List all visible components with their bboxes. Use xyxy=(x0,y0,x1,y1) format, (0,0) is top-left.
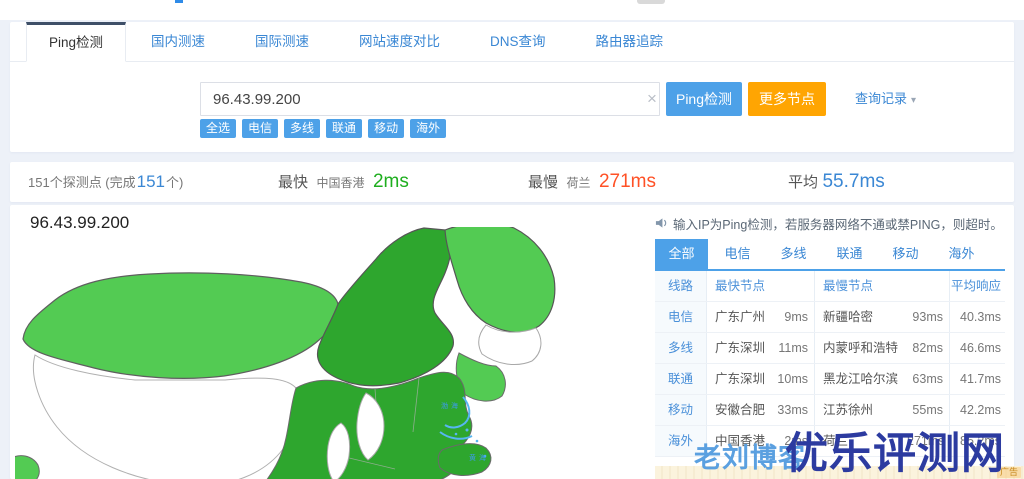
slow-node-cell: 新疆哈密 xyxy=(823,310,874,324)
line-filters: 全选 电信 多线 联通 移动 海外 xyxy=(200,119,447,138)
province-inner-mongolia xyxy=(316,227,455,387)
avg-cell: 46.6ms xyxy=(960,341,1001,355)
tab-route-trace[interactable]: 路由器追踪 xyxy=(571,22,689,61)
slowest-label: 最慢 xyxy=(528,174,559,191)
watermark-dark: 优乐评测网 xyxy=(785,430,1005,478)
chevron-down-icon: ▾ xyxy=(911,95,917,106)
probe-count-stat: 151个探测点 (完成151个) xyxy=(28,162,183,202)
header-pill-decoration xyxy=(637,0,665,4)
slow-ms-cell: 93ms xyxy=(907,302,950,332)
table-row: 联通 广东深圳 10ms 黑龙江哈尔滨 63ms 41.7ms xyxy=(655,364,1005,395)
slow-node-cell: 内蒙呼和浩特 xyxy=(823,341,899,355)
slowest-stat: 最慢 荷兰 271ms xyxy=(528,162,656,202)
tab-ping-test[interactable]: Ping检测 xyxy=(26,22,127,62)
tab-dns-lookup[interactable]: DNS查询 xyxy=(465,22,571,61)
fastest-label: 最快 xyxy=(278,174,309,191)
sea-label-huanghai: 黄海 xyxy=(469,453,489,462)
clear-input-icon[interactable]: × xyxy=(638,82,666,116)
fastest-node-header: 最快节点 xyxy=(707,271,815,301)
line-cell[interactable]: 电信 xyxy=(655,302,707,332)
average-label: 平均 xyxy=(788,174,819,191)
result-tab-mobile[interactable]: 移动 xyxy=(879,239,932,269)
filter-multiline[interactable]: 多线 xyxy=(284,119,321,138)
island-dot xyxy=(475,439,479,443)
line-cell[interactable]: 多线 xyxy=(655,333,707,363)
probe-completed-count: 151 xyxy=(136,172,166,191)
slowest-value: 271ms xyxy=(598,171,656,192)
sea-label-bohai: 渤海 xyxy=(441,401,461,410)
result-tabs: 全部 电信 多线 联通 移动 海外 xyxy=(655,239,1005,271)
stats-bar: 151个探测点 (完成151个) 最快 中国香港 2ms 最慢 荷兰 271ms… xyxy=(10,162,1014,202)
fastest-place: 中国香港 xyxy=(316,176,365,190)
fast-node-cell: 安徽合肥 xyxy=(715,403,766,417)
line-cell[interactable]: 移动 xyxy=(655,395,707,425)
result-tab-telecom[interactable]: 电信 xyxy=(711,239,764,269)
island-dot xyxy=(465,428,469,432)
filter-unicom[interactable]: 联通 xyxy=(326,119,363,138)
tab-international-speed[interactable]: 国际测速 xyxy=(230,22,334,61)
result-tab-overseas[interactable]: 海外 xyxy=(935,239,988,269)
fastest-stat: 最快 中国香港 2ms xyxy=(278,162,409,202)
filter-overseas[interactable]: 海外 xyxy=(410,119,447,138)
fast-node-cell: 广东深圳 xyxy=(715,341,766,355)
table-row: 电信 广东广州 9ms 新疆哈密 93ms 40.3ms xyxy=(655,302,1005,333)
result-tab-all[interactable]: 全部 xyxy=(655,239,708,269)
fast-node-cell: 广东深圳 xyxy=(715,372,766,386)
table-header: 线路 最快节点 最慢节点 平均响应 xyxy=(655,271,1005,302)
ip-search-input[interactable] xyxy=(200,82,660,116)
query-history-label: 查询记录 xyxy=(855,91,908,106)
average-value: 55.7ms xyxy=(822,171,885,192)
slow-ms-cell: 63ms xyxy=(907,364,950,394)
result-tab-multiline[interactable]: 多线 xyxy=(767,239,820,269)
fast-ms-cell: 11ms xyxy=(773,333,815,363)
filter-mobile[interactable]: 移动 xyxy=(368,119,405,138)
line-header: 线路 xyxy=(655,271,707,301)
top-header-strip xyxy=(0,0,1024,20)
slowest-node-header: 最慢节点 xyxy=(815,271,950,301)
filter-telecom[interactable]: 电信 xyxy=(242,119,279,138)
tab-site-speed-compare[interactable]: 网站速度对比 xyxy=(334,22,465,61)
fast-ms-cell: 10ms xyxy=(773,364,815,394)
island-dot xyxy=(454,432,458,436)
average-stat: 平均 55.7ms xyxy=(788,162,885,202)
search-card: Ping检测 国内测速 国际测速 网站速度对比 DNS查询 路由器追踪 × Pi… xyxy=(10,22,1014,152)
slow-ms-cell: 82ms xyxy=(907,333,950,363)
notice-text: 输入IP为Ping检测，若服务器网络不通或禁PING，则超时。 xyxy=(673,217,1003,232)
province-southwest xyxy=(10,455,40,479)
slow-node-cell: 黑龙江哈尔滨 xyxy=(823,372,899,386)
filter-select-all[interactable]: 全选 xyxy=(200,119,237,138)
result-tab-unicom[interactable]: 联通 xyxy=(823,239,876,269)
query-history-link[interactable]: 查询记录 ▾ xyxy=(855,82,916,116)
avg-cell: 41.7ms xyxy=(960,372,1001,386)
more-nodes-button[interactable]: 更多节点 xyxy=(748,82,826,116)
logo-fragment xyxy=(175,0,183,3)
fastest-value: 2ms xyxy=(372,171,409,192)
tab-domestic-speed[interactable]: 国内测速 xyxy=(126,22,230,61)
nav-tabs: Ping检测 国内测速 国际测速 网站速度对比 DNS查询 路由器追踪 xyxy=(10,22,1014,62)
china-map: 渤海 黄海 xyxy=(10,222,645,479)
ping-test-button[interactable]: Ping检测 xyxy=(666,82,742,116)
province-heilongjiang xyxy=(444,222,556,333)
fast-ms-cell: 9ms xyxy=(773,302,815,332)
probe-text: 151个探测点 (完成 xyxy=(28,175,136,190)
province-xinjiang xyxy=(22,272,340,379)
fast-node-cell: 广东广州 xyxy=(715,310,766,324)
notice-bar: 输入IP为Ping检测，若服务器网络不通或禁PING，则超时。 xyxy=(655,213,1005,233)
table-row: 多线 广东深圳 11ms 内蒙呼和浩特 82ms 46.6ms xyxy=(655,333,1005,364)
china-map-svg: 渤海 黄海 xyxy=(10,222,556,479)
avg-response-header: 平均响应 xyxy=(950,279,1001,293)
slowest-place: 荷兰 xyxy=(566,176,591,190)
ping-test-page: { "header": { "tabs": ["Ping检测", "国内测速",… xyxy=(0,0,1024,479)
line-cell[interactable]: 联通 xyxy=(655,364,707,394)
probe-text-suffix: 个) xyxy=(166,175,184,190)
speaker-icon xyxy=(655,218,667,228)
avg-cell: 40.3ms xyxy=(960,310,1001,324)
